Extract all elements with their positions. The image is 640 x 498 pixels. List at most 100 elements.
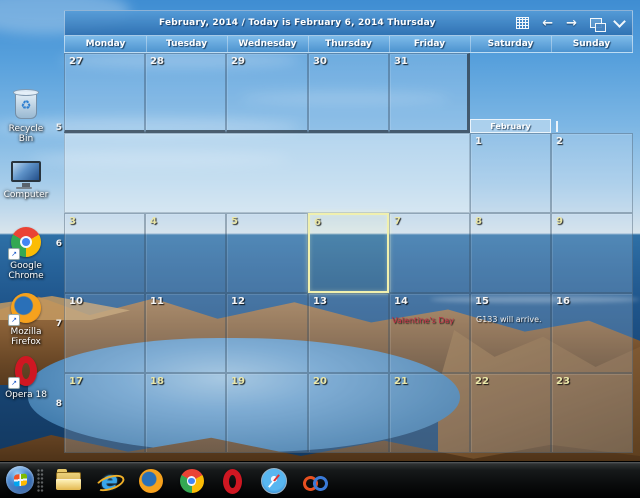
computer-icon	[11, 161, 41, 182]
shortcut-arrow-icon: ↗	[8, 377, 20, 389]
date-number: 22	[471, 374, 489, 387]
taskbar-explorer-button[interactable]	[55, 468, 82, 494]
calendar-cell[interactable]: 9	[551, 213, 633, 293]
calendar-cell[interactable]: 3	[64, 213, 145, 293]
desktop-icon-mozilla-firefox[interactable]: ↗ Mozilla Firefox	[3, 291, 49, 347]
cell-note: G133 will arrive.	[471, 313, 550, 324]
settings-icon[interactable]	[590, 18, 602, 28]
calendar-grid: February 5 6 7 8 27282930311234567891011…	[64, 53, 633, 453]
taskbar-firefox-button[interactable]	[137, 468, 164, 494]
calendar-cell[interactable]: 8	[470, 213, 551, 293]
calendar-cell[interactable]: 18	[145, 373, 226, 453]
desktop-screen: ♻ Recycle Bin Computer ↗ Google Chrome ↗…	[0, 0, 640, 498]
date-number: 14	[390, 294, 408, 307]
day-header-wednesday: Wednesday	[227, 36, 308, 52]
date-number: 8	[471, 214, 482, 227]
date-number: 17	[65, 374, 83, 387]
day-header-monday: Monday	[65, 36, 146, 52]
desktop-icon-label: Recycle Bin	[3, 124, 49, 144]
calendar-cell[interactable]: 22	[470, 373, 551, 453]
taskbar: e EN ? × 21:53 2014/2/6	[0, 461, 640, 498]
calendar-cell	[551, 53, 633, 133]
date-number: 15	[471, 294, 489, 307]
calendar-cell-today[interactable]: 6	[308, 213, 389, 293]
date-number: 4	[146, 214, 157, 227]
start-button[interactable]	[6, 466, 34, 494]
chrome-icon	[180, 469, 204, 493]
taskbar-grip[interactable]	[37, 469, 44, 493]
date-number: 1	[471, 134, 482, 147]
calendar-cell[interactable]: 31	[389, 53, 470, 133]
day-header-friday: Friday	[389, 36, 470, 52]
shortcut-arrow-icon: ↗	[8, 314, 20, 326]
calendar-cell[interactable]: 1	[470, 133, 551, 213]
calendar-cell[interactable]: 29	[226, 53, 308, 133]
date-number: 20	[309, 374, 327, 387]
taskbar-opera-button[interactable]	[219, 468, 246, 494]
firefox-icon	[139, 469, 163, 493]
week-number: 8	[50, 399, 62, 409]
desktop-icon-label: Google Chrome	[3, 261, 49, 281]
desktop-calendar-widget: February, 2014 / Today is February 6, 20…	[64, 10, 633, 453]
desktop-icon-google-chrome[interactable]: ↗ Google Chrome	[3, 225, 49, 281]
desktop-icon-computer[interactable]: Computer	[3, 154, 49, 200]
week-number: 5	[50, 123, 62, 133]
calendar-cell[interactable]: 14Valentine's Day	[389, 293, 470, 373]
calendar-cell[interactable]: 11	[145, 293, 226, 373]
calendar-cell[interactable]: 2	[551, 133, 633, 213]
safari-icon	[261, 468, 287, 494]
date-number: 21	[390, 374, 408, 387]
prev-month-icon[interactable]: ←	[542, 17, 553, 30]
date-number: 19	[227, 374, 245, 387]
taskbar-chrome-button[interactable]	[178, 468, 205, 494]
windows-flag-icon	[14, 473, 27, 486]
day-header-saturday: Saturday	[470, 36, 551, 52]
calendar-cell[interactable]: 23	[551, 373, 633, 453]
day-header-sunday: Sunday	[551, 36, 632, 52]
calendar-cell[interactable]: 19	[226, 373, 308, 453]
taskbar-visual-studio-button[interactable]	[301, 468, 328, 494]
week-number: 7	[50, 319, 62, 329]
date-number: 6	[310, 215, 321, 228]
calendar-cell[interactable]: 20	[308, 373, 389, 453]
opera-icon	[223, 469, 242, 494]
calendar-cell[interactable]: 12	[226, 293, 308, 373]
calendar-cell[interactable]: 17	[64, 373, 145, 453]
date-number: 31	[390, 54, 408, 67]
date-number: 12	[227, 294, 245, 307]
desktop-icon-recycle-bin[interactable]: ♻ Recycle Bin	[3, 88, 49, 144]
calendar-cell[interactable]: 10	[64, 293, 145, 373]
date-number: 13	[309, 294, 327, 307]
calendar-day-header: Monday Tuesday Wednesday Thursday Friday…	[64, 35, 633, 53]
visual-studio-icon	[303, 471, 327, 491]
calendar-view-icon[interactable]	[516, 17, 529, 29]
month-start-label: February	[470, 119, 551, 133]
calendar-cell[interactable]: 21	[389, 373, 470, 453]
taskbar-internet-explorer-button[interactable]: e	[96, 468, 123, 494]
date-number: 18	[146, 374, 164, 387]
desktop-icon-label: Mozilla Firefox	[3, 327, 49, 347]
date-number: 29	[227, 54, 245, 67]
calendar-titlebar[interactable]: February, 2014 / Today is February 6, 20…	[64, 10, 633, 35]
calendar-cell[interactable]: 5	[226, 213, 308, 293]
desktop-icon-opera[interactable]: ↗ Opera 18	[3, 354, 49, 400]
desktop-icon-label: Computer	[3, 190, 49, 200]
calendar-title: February, 2014 / Today is February 6, 20…	[65, 18, 436, 28]
month-band-tick	[556, 121, 558, 132]
calendar-cell[interactable]: 16	[551, 293, 633, 373]
calendar-cell[interactable]: 4	[145, 213, 226, 293]
next-month-icon[interactable]: →	[566, 17, 577, 30]
calendar-cell[interactable]: 15 G133 will arrive.	[470, 293, 551, 373]
calendar-cell[interactable]: 13	[308, 293, 389, 373]
date-number: 7	[390, 214, 401, 227]
date-number: 11	[146, 294, 164, 307]
date-number: 28	[146, 54, 164, 67]
calendar-cell[interactable]: 7	[389, 213, 470, 293]
calendar-cell[interactable]: 28	[145, 53, 226, 133]
calendar-cell[interactable]: 27	[64, 53, 145, 133]
day-header-tuesday: Tuesday	[146, 36, 227, 52]
collapse-icon[interactable]	[613, 15, 626, 28]
date-number: 5	[227, 214, 238, 227]
calendar-cell[interactable]: 30	[308, 53, 389, 133]
taskbar-safari-button[interactable]	[260, 468, 287, 494]
